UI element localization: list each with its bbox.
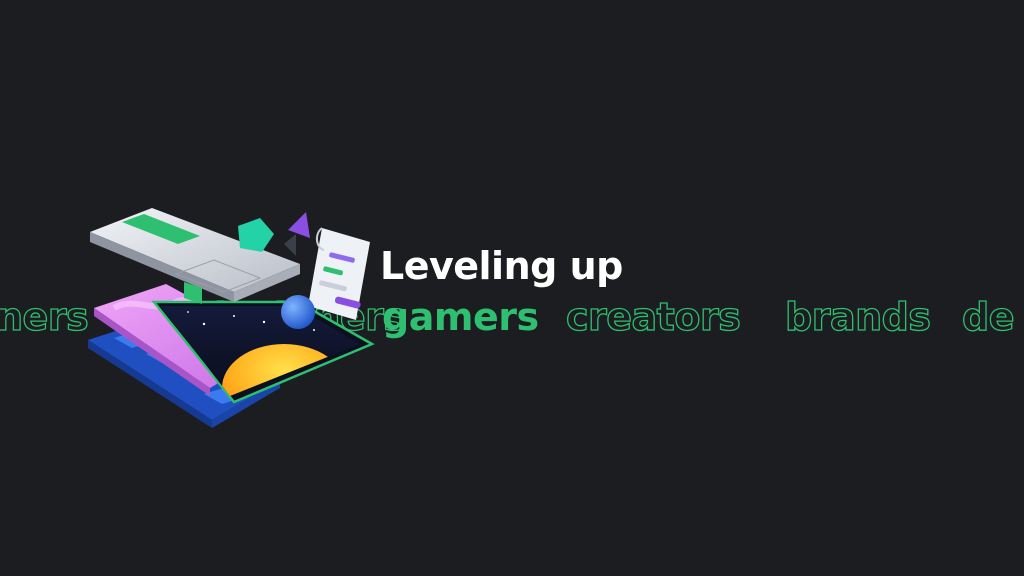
rotating-word-next-2: brands — [784, 294, 931, 339]
teal-gem-icon — [238, 218, 274, 252]
laptop-panel-icon — [90, 208, 300, 304]
rotating-word-left-fragment: ners — [0, 294, 89, 339]
rotating-word-next-3-fragment: de — [961, 294, 1015, 339]
blue-sphere-icon — [281, 295, 315, 329]
hero-stage: ners designers gamers creators brands de — [0, 0, 1024, 576]
rotating-word-next-1: creators — [565, 294, 741, 339]
dark-pyramid-icon — [284, 234, 296, 256]
rotating-word-active: gamers — [382, 295, 539, 339]
violet-pyramid-icon — [288, 212, 310, 238]
chat-document-icon — [308, 227, 370, 320]
isometric-stacked-devices-illustration — [88, 208, 375, 428]
hero-headline: Leveling up — [380, 244, 623, 288]
